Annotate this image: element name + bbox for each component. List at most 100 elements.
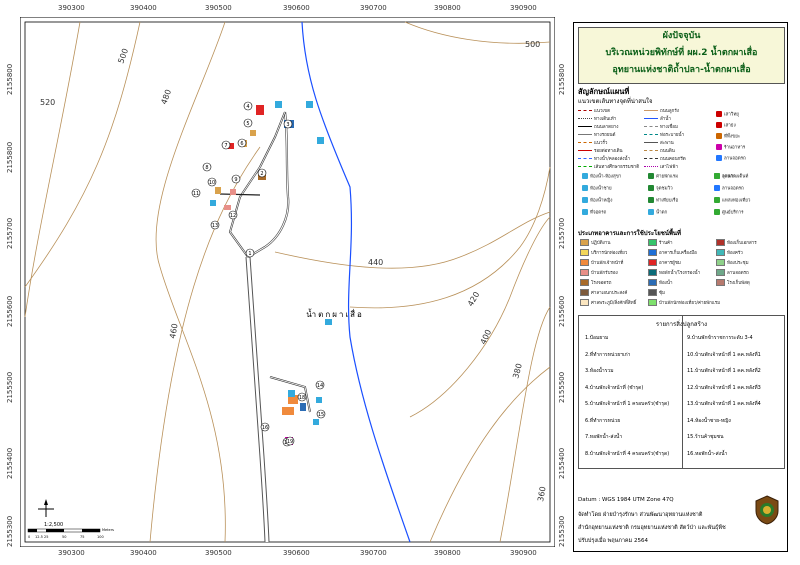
- legend-symbol-icon: [582, 209, 588, 215]
- building-list-item: 4.บ้านพักเจ้าหน้าที่ (ชำรุด): [585, 384, 644, 391]
- landuse-label: บ้านพักรับรอง: [591, 271, 618, 276]
- line-swatch: [578, 126, 592, 127]
- building-number-label: 7: [224, 143, 227, 149]
- landuse-swatch: [580, 269, 589, 276]
- legend-line-item: ถนนดิน: [644, 149, 675, 155]
- line-swatch: [644, 118, 658, 119]
- map-title-line3: อุทยานแห่งชาติถ้ำปลา-น้ำตกผาเสื่อ: [612, 65, 751, 75]
- building-number-label: 4: [246, 104, 249, 110]
- legend-icon-item: ศูนย์บริการ: [714, 209, 744, 217]
- building-number-label: 3: [286, 122, 289, 128]
- legend-icon-label: ที่ทิ้งขยะ: [724, 134, 741, 140]
- map-canvas[interactable]: 12345678910111213141516171819 500 520 48…: [19, 16, 556, 548]
- legend-landuse-item: ห้องน้ำ: [648, 279, 672, 287]
- legend-icon-label: ห้องน้ำชาย: [590, 186, 612, 192]
- y-coord-right: 2155600: [558, 295, 566, 327]
- legend-icon-label: ร้านอาหาร: [724, 145, 746, 151]
- legend-icon-item: ลานจอดรถ: [714, 185, 744, 193]
- legend-line-label: ถนนดิน: [660, 149, 675, 154]
- y-coord-left: 2155500: [6, 371, 14, 403]
- building-number-label: 8: [205, 165, 208, 171]
- legend-line-item: แนวเขต: [578, 109, 610, 115]
- legend-landuse-item: ศาลพระภูมิ/สิ่งศักดิ์สิทธิ์: [580, 299, 636, 307]
- legend-landuse-item: ซุ้ม: [648, 289, 665, 297]
- legend-landuse-item: ห้องประชุม: [716, 259, 749, 267]
- landuse-swatch: [580, 299, 589, 306]
- legend-line-item: ลำน้ำ: [644, 117, 671, 123]
- y-coord-left: 2155400: [6, 447, 14, 479]
- legend-landuse-item: ร้านค้า: [648, 239, 673, 247]
- landuse-label: บ้านพักเจ้าหน้าที่: [591, 261, 624, 266]
- department-logo-icon: [755, 495, 779, 525]
- building-number-label: 18: [299, 395, 305, 401]
- made-by-text: จัดทำโดย ฝ่ายบำรุงรักษา ส่วนพัฒนาอุทยานแ…: [578, 512, 703, 518]
- legend-icon-label: แหล่งท่องเที่ยว: [722, 198, 751, 204]
- legend-line-item: ทางรถยนต์: [578, 133, 615, 139]
- legend-icon-label: จุดสกัด: [722, 174, 736, 180]
- building-list-item: 10.บ้านพักเจ้าหน้าที่ 1 คค.หลังที่1: [687, 351, 761, 358]
- y-coord-right: 2155400: [558, 447, 566, 479]
- legend-icon-item: เสาธง: [716, 122, 736, 130]
- legend-icon-label: น้ำตก: [656, 210, 668, 216]
- legend-icon-item: เสาวิทยุ: [716, 111, 739, 119]
- x-coord-bottom: 390600: [283, 549, 310, 557]
- legend-landuse-item: ห้องเก็บเอกสาร: [716, 239, 757, 247]
- legend-symbol-icon: [582, 197, 588, 203]
- legend-landuse-item: ปฏิบัติงาน: [580, 239, 610, 247]
- legend-landuse-item: ลานจอดรถ: [716, 269, 749, 277]
- legend-symbol-icon: [714, 173, 720, 179]
- landuse-swatch: [716, 249, 725, 256]
- legend-landuse-item: หอพักน้ำ/โรงกรองน้ำ: [648, 269, 700, 277]
- legend-line-item: ท่อระบายน้ำ: [644, 133, 684, 139]
- landuse-label: ห้องประชุม: [727, 261, 749, 266]
- legend-landuse-item: อาคารผู้ชม: [648, 259, 681, 267]
- svg-text:100: 100: [97, 535, 104, 539]
- x-coord-bottom: 390400: [130, 549, 157, 557]
- legend-landuse-item: บ้านพักเจ้าหน้าที่: [580, 259, 623, 267]
- building-number-label: 10: [209, 180, 215, 186]
- x-coord-top: 390600: [283, 4, 310, 12]
- legend-line-label: ทางน้ำ/คลองส่งน้ำ: [594, 157, 631, 162]
- legend-line-item: ทางเดินเท้า: [578, 117, 616, 123]
- x-coord-bottom: 390900: [510, 549, 537, 557]
- x-coord-bottom: 390700: [360, 549, 387, 557]
- landuse-label: ศาลาเอนกประสงค์: [591, 291, 628, 296]
- legend-line-label: ถนนคอนกรีต: [660, 157, 686, 162]
- legend-icon-item: ที่ทิ้งขยะ: [716, 133, 740, 141]
- landuse-swatch: [648, 289, 657, 296]
- landuse-swatch: [648, 259, 657, 266]
- map-frame[interactable]: 12345678910111213141516171819 500 520 48…: [6, 4, 566, 557]
- landuse-swatch: [648, 239, 657, 246]
- landuse-swatch: [716, 269, 725, 276]
- building-list-item: 2.ที่ทำการหน่วยฯเก่า: [585, 351, 631, 358]
- landuse-swatch: [648, 279, 657, 286]
- building-list-item: 9.บ้านพักข้าราชการระดับ 3-4: [687, 335, 753, 341]
- legend-line-label: ถนนลูกรัง: [660, 109, 679, 114]
- legend-icon-item: จุดสกัด: [714, 173, 736, 181]
- legend-line-item: ทางน้ำ/คลองส่งน้ำ: [578, 157, 630, 163]
- contour-label: 520: [40, 98, 55, 107]
- y-coord-left: 2155300: [6, 515, 14, 547]
- legend-icon-label: ที่จอดรถ: [590, 210, 607, 216]
- x-coord-bottom: 390800: [434, 549, 461, 557]
- building-list-item: 16.หอพักน้ำ-ส่งน้ำ: [687, 450, 728, 457]
- landuse-label: ปฏิบัติงาน: [591, 241, 611, 246]
- building-number-label: 12: [230, 213, 236, 219]
- legend-symbol-icon: [714, 209, 720, 215]
- legend-line-label: แนวรั้ว: [594, 141, 608, 146]
- legend-icon-label: ท่าเทียบเรือ: [656, 198, 679, 204]
- legend-icon-label: ห้องน้ำหญิง: [590, 198, 613, 204]
- office-text: สำนักอุทยานแห่งชาติ กรมอุทยานแห่งชาติ สั…: [578, 525, 726, 531]
- legend-icon-item: ที่จอดรถ: [582, 209, 606, 217]
- landuse-swatch: [648, 269, 657, 276]
- datum-text: Datum : WGS 1984 UTM Zone 47Q: [578, 497, 674, 503]
- landuse-label: ซุ้ม: [659, 291, 666, 296]
- legend-symbol-icon: [716, 133, 722, 139]
- updated-text: ปรับปรุงเมื่อ พฤษภาคม 2564: [578, 538, 648, 544]
- line-swatch: [644, 126, 658, 127]
- landuse-label: บริการนักท่องเที่ยว: [591, 251, 628, 256]
- area-label: น้ำตกผาเสื่อ: [306, 308, 364, 319]
- y-coord-left: 2155600: [6, 295, 14, 327]
- legend-line-item: รอยต่อทางเดิน: [578, 149, 623, 155]
- building-number-label: 11: [193, 191, 199, 197]
